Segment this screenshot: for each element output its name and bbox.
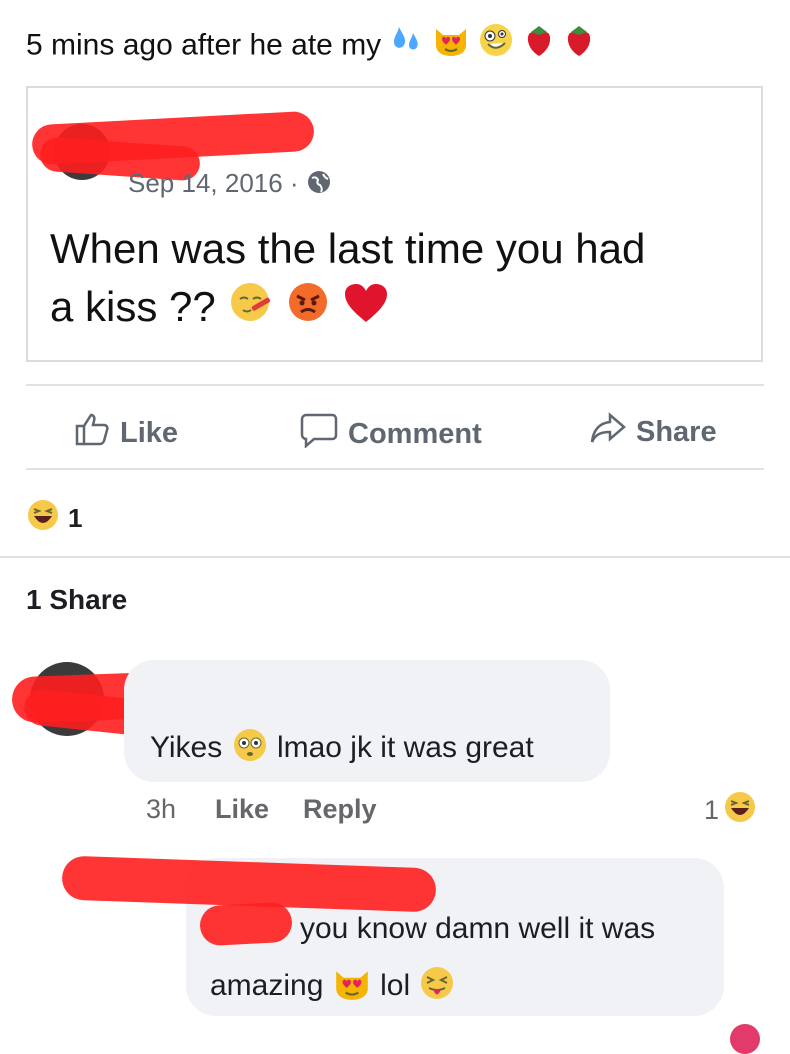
caption-text: 5 mins ago after he ate my [26, 28, 382, 62]
flushed-face-icon [231, 726, 269, 772]
shared-post-text: When was the last time you had a kiss ?? [50, 220, 750, 340]
comment-label: Comment [348, 417, 482, 450]
divider [26, 384, 764, 386]
comment-button[interactable]: Comment [300, 412, 482, 456]
share-label: Share [636, 415, 717, 448]
post-date: Sep 14, 2016 · [128, 168, 299, 198]
angry-face-icon [285, 279, 331, 340]
comment-reply-button[interactable]: Reply [303, 794, 377, 825]
heart-eyes-cat-icon [432, 23, 470, 70]
share-arrow-icon [590, 412, 626, 452]
reaction-summary[interactable]: 1 [26, 498, 82, 539]
post-caption: 5 mins ago after he ate my [26, 22, 595, 71]
laughing-face-icon [26, 498, 60, 539]
strawberry-icon [563, 22, 595, 71]
globe-icon [306, 169, 332, 202]
red-heart-icon [343, 281, 389, 339]
thumbs-up-icon [74, 412, 110, 454]
comment-text: Yikes lmao jk it was great [150, 726, 534, 772]
like-label: Like [120, 416, 179, 449]
like-button[interactable]: Like [74, 412, 178, 454]
laughing-face-icon [723, 790, 757, 831]
redaction-mark [199, 901, 293, 947]
comment-reaction-count[interactable]: 1 [704, 790, 757, 831]
face-with-thermometer-icon [227, 279, 273, 340]
reaction-badge [730, 1024, 760, 1054]
divider [0, 556, 790, 558]
share-count[interactable]: 1 Share [26, 584, 127, 616]
zany-face-icon [478, 22, 514, 71]
squinting-tongue-face-icon [418, 964, 456, 1010]
sweat-droplets-icon [390, 23, 424, 70]
comment-time: 3h [146, 794, 177, 824]
post-text-line2: a kiss ?? [50, 278, 750, 340]
post-text-line1: When was the last time you had [50, 225, 646, 272]
reply-text-line2: amazing lol [210, 964, 456, 1010]
reply-text-line1: you know damn well it was [300, 912, 656, 945]
heart-eyes-cat-icon [332, 965, 372, 1009]
comment-icon [300, 412, 338, 456]
divider [26, 468, 764, 470]
share-button[interactable]: Share [590, 412, 717, 452]
comment-like-button[interactable]: Like [215, 794, 269, 825]
strawberry-icon [523, 22, 555, 71]
post-timestamp: Sep 14, 2016 · [128, 168, 332, 202]
reaction-count: 1 [68, 503, 83, 533]
